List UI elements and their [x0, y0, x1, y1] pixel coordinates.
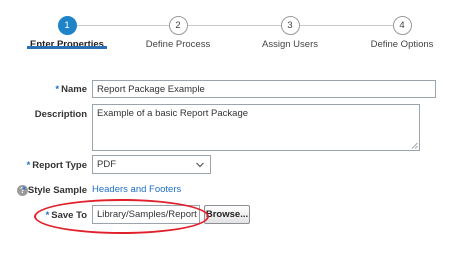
- step-label: Define Options: [370, 39, 434, 50]
- name-input[interactable]: Report Package Example: [92, 80, 436, 98]
- style-sample-label-text: Style Sample: [27, 185, 87, 196]
- step-number-badge: 3: [280, 16, 300, 35]
- create-report-package-page: 1 Enter Properties 2 Define Process 3 As…: [0, 0, 474, 263]
- required-marker: *: [55, 84, 60, 95]
- wizard-step-define-options[interactable]: 4 Define Options: [337, 0, 467, 60]
- step-number-badge: 2: [168, 16, 188, 35]
- wizard-step-define-process[interactable]: 2 Define Process: [113, 0, 243, 60]
- description-textarea[interactable]: Example of a basic Report Package: [92, 104, 420, 151]
- report-type-select[interactable]: PDF: [92, 155, 211, 174]
- report-type-label-text: Report Type: [32, 160, 87, 171]
- style-sample-label: * Style Sample: [20, 185, 87, 196]
- report-type-label: * Report Type: [20, 160, 87, 171]
- step-label: Assign Users: [262, 39, 318, 50]
- description-label: Description: [34, 109, 87, 120]
- browse-button[interactable]: Browse...: [204, 205, 250, 224]
- name-label-text: Name: [61, 84, 87, 95]
- active-step-indicator: [27, 46, 107, 49]
- wizard-train: 1 Enter Properties 2 Define Process 3 As…: [0, 0, 474, 60]
- step-number-badge: 4: [392, 16, 412, 35]
- style-sample-link[interactable]: Headers and Footers: [92, 184, 181, 195]
- name-label: * Name: [30, 84, 87, 95]
- step-label: Define Process: [145, 39, 211, 50]
- chevron-down-icon: [196, 162, 204, 168]
- wizard-step-assign-users[interactable]: 3 Assign Users: [225, 0, 355, 60]
- description-text: Example of a basic Report Package: [97, 108, 249, 119]
- step-number-badge: 1: [57, 16, 77, 35]
- required-marker: *: [22, 185, 26, 196]
- required-marker: *: [26, 160, 31, 171]
- resize-grip-icon[interactable]: [411, 142, 418, 149]
- report-type-value: PDF: [97, 159, 116, 170]
- highlight-annotation-ring: [34, 199, 209, 234]
